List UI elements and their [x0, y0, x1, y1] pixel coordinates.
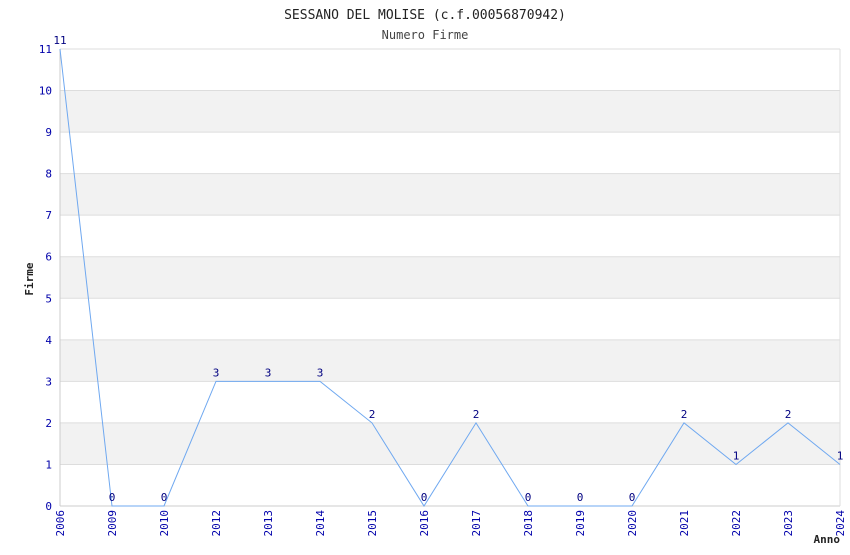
y-tick-label: 8 — [45, 168, 52, 181]
grid-band — [60, 173, 840, 216]
x-tick-label: 2020 — [626, 510, 639, 537]
x-tick-label: 2010 — [158, 510, 171, 537]
x-tick-label: 2019 — [574, 510, 587, 537]
y-tick-label: 6 — [45, 251, 52, 264]
y-tick-labels: 0 1 2 3 4 5 6 7 8 9 10 11 — [39, 43, 53, 513]
data-label: 2 — [785, 408, 792, 421]
x-tick-label: 2023 — [782, 510, 795, 537]
data-label: 3 — [317, 366, 324, 379]
x-tick-label: 2017 — [470, 510, 483, 537]
y-tick-label: 11 — [39, 43, 52, 56]
x-tick-label: 2022 — [730, 510, 743, 537]
data-label: 1 — [733, 449, 740, 462]
data-label: 2 — [681, 408, 688, 421]
x-tick-label: 2016 — [418, 510, 431, 537]
x-axis-title: Anno — [814, 533, 841, 546]
y-tick-label: 3 — [45, 375, 52, 388]
data-label: 0 — [161, 491, 168, 504]
data-label: 0 — [629, 491, 636, 504]
x-tick-label: 2021 — [678, 510, 691, 537]
data-label: 3 — [213, 366, 220, 379]
x-tick-label: 2013 — [262, 510, 275, 537]
y-tick-label: 9 — [45, 126, 52, 139]
y-tick-label: 0 — [45, 500, 52, 513]
background-bands — [60, 90, 840, 465]
chart-subtitle: Numero Firme — [382, 28, 469, 42]
data-label: 2 — [369, 408, 376, 421]
grid-band — [60, 339, 840, 382]
x-tick-label: 2006 — [54, 510, 67, 537]
data-label: 0 — [577, 491, 584, 504]
y-tick-label: 2 — [45, 417, 52, 430]
y-tick-label: 4 — [45, 334, 52, 347]
y-axis-title: Firme — [23, 262, 36, 295]
y-tick-label: 1 — [45, 458, 52, 471]
grid-band — [60, 422, 840, 465]
y-tick-label: 5 — [45, 292, 52, 305]
data-label: 1 — [837, 449, 844, 462]
x-tick-labels: 2006 2009 2010 2012 2013 2014 2015 2016 2017 2018… — [54, 510, 847, 537]
data-label: 2 — [473, 408, 480, 421]
x-tick-label: 2015 — [366, 510, 379, 537]
x-tick-label: 2018 — [522, 510, 535, 537]
x-tick-label: 2009 — [106, 510, 119, 537]
chart-title: SESSANO DEL MOLISE (c.f.00056870942) — [284, 8, 566, 23]
y-tick-label: 7 — [45, 209, 52, 222]
grid-band — [60, 256, 840, 299]
chart-container: 0 1 2 3 4 5 6 7 8 9 10 11 2006 2009 2010 2012 2013 2014 2… — [0, 0, 850, 550]
x-tick-label: 2012 — [210, 510, 223, 537]
grid-band — [60, 90, 840, 133]
data-label: 11 — [53, 34, 66, 47]
data-label: 0 — [525, 491, 532, 504]
y-tick-label: 10 — [39, 85, 52, 98]
data-label: 3 — [265, 366, 272, 379]
line-chart: 01234567891011 2006 2009 2010 2012 2013 2014 2… — [23, 8, 847, 546]
x-tick-label: 2014 — [314, 510, 327, 537]
data-label: 0 — [109, 491, 116, 504]
data-label: 0 — [421, 491, 428, 504]
